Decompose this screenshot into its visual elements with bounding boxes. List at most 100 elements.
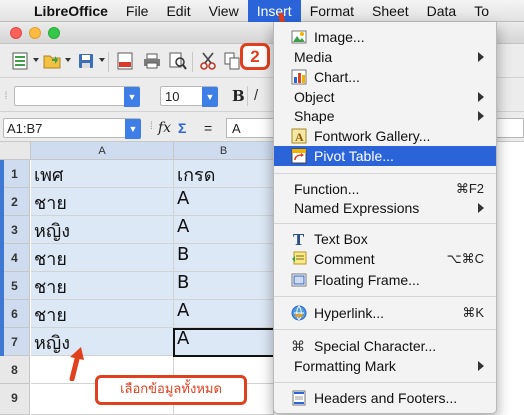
zoom-window-button[interactable] bbox=[48, 27, 60, 39]
row-header[interactable]: 6 bbox=[0, 300, 30, 328]
svg-text:A: A bbox=[295, 130, 304, 144]
menu-view[interactable]: View bbox=[200, 0, 248, 22]
menu-item-text-box[interactable]: T Text Box bbox=[274, 229, 496, 249]
menu-item-formatting-mark[interactable]: Formatting Mark bbox=[274, 356, 496, 376]
image-icon bbox=[291, 29, 308, 45]
toolbar-grip-icon: ⁞ bbox=[150, 121, 153, 132]
row-header[interactable]: 4 bbox=[0, 244, 30, 272]
cell-a7[interactable]: หญิง bbox=[31, 328, 174, 356]
cell-b2[interactable]: A bbox=[174, 188, 274, 216]
menu-item-fontwork-gallery[interactable]: A Fontwork Gallery... bbox=[274, 126, 496, 146]
cell-b4[interactable]: B bbox=[174, 244, 274, 272]
menu-item-image[interactable]: Image... bbox=[274, 27, 496, 47]
row-header[interactable]: 1 bbox=[0, 160, 30, 188]
menu-app-libreoffice[interactable]: LibreOffice bbox=[30, 0, 117, 22]
chevron-down-icon[interactable]: ▼ bbox=[125, 119, 141, 139]
close-window-button[interactable] bbox=[10, 27, 22, 39]
new-document-icon[interactable] bbox=[10, 51, 30, 71]
special-character-icon: ⌘ bbox=[291, 338, 305, 354]
menu-item-shape[interactable]: Shape bbox=[274, 106, 496, 126]
column-header-b[interactable]: B bbox=[174, 142, 274, 160]
menu-file[interactable]: File bbox=[117, 0, 158, 22]
cell-a6[interactable]: ชาย bbox=[31, 300, 174, 328]
print-preview-icon[interactable] bbox=[168, 51, 188, 71]
open-folder-icon[interactable] bbox=[42, 51, 62, 71]
cell-b1[interactable]: เกรด bbox=[174, 160, 274, 188]
formula-equals-icon[interactable]: = bbox=[204, 120, 212, 136]
row-header[interactable]: 8 bbox=[0, 356, 30, 384]
row-header[interactable]: 3 bbox=[0, 216, 30, 244]
menu-edit[interactable]: Edit bbox=[157, 0, 199, 22]
svg-text:T: T bbox=[293, 231, 305, 247]
macos-menubar: LibreOffice File Edit View Insert Format… bbox=[0, 0, 524, 22]
save-icon[interactable] bbox=[76, 51, 96, 71]
cell-a2[interactable]: ชาย bbox=[31, 188, 174, 216]
chevron-down-icon[interactable]: ▼ bbox=[124, 87, 140, 107]
font-name-combobox[interactable]: ▼ bbox=[14, 86, 140, 107]
submenu-arrow-icon bbox=[478, 361, 484, 371]
cell-a4[interactable]: ชาย bbox=[31, 244, 174, 272]
menu-item-media[interactable]: Media bbox=[274, 47, 496, 67]
menu-format[interactable]: Format bbox=[301, 0, 363, 22]
menu-data[interactable]: Data bbox=[418, 0, 466, 22]
chart-icon bbox=[291, 69, 308, 85]
minimize-window-button[interactable] bbox=[29, 27, 41, 39]
red-arrow-icon bbox=[69, 347, 84, 381]
row-header[interactable]: 7 bbox=[0, 328, 30, 356]
row-header[interactable]: 5 bbox=[0, 272, 30, 300]
function-wizard-icon[interactable]: fx bbox=[158, 120, 171, 136]
menu-item-comment[interactable]: Comment ⌥⌘C bbox=[274, 249, 496, 269]
menu-divider bbox=[274, 296, 496, 297]
comment-icon bbox=[291, 251, 308, 267]
sum-icon[interactable]: Σ bbox=[178, 120, 186, 136]
fontwork-icon: A bbox=[291, 128, 308, 144]
copy-icon[interactable] bbox=[222, 51, 242, 71]
chevron-down-icon[interactable] bbox=[65, 58, 71, 62]
menu-item-special-character[interactable]: ⌘ Special Character... bbox=[274, 336, 496, 356]
text-box-icon: T bbox=[291, 231, 308, 249]
menu-item-function[interactable]: Function... ⌘F2 bbox=[274, 179, 496, 199]
menu-tools[interactable]: To bbox=[465, 0, 498, 22]
submenu-arrow-icon bbox=[478, 111, 484, 121]
menu-item-named-expressions[interactable]: Named Expressions bbox=[274, 198, 496, 218]
menu-item-pivot-table[interactable]: Pivot Table... bbox=[274, 146, 496, 166]
cut-icon[interactable] bbox=[198, 51, 218, 71]
cell-b5[interactable]: B bbox=[174, 272, 274, 300]
chevron-down-icon[interactable] bbox=[99, 58, 105, 62]
name-box-value: A1:B7 bbox=[7, 121, 43, 136]
insert-dropdown-menu: Image... Media Chart... Object Shape A F… bbox=[273, 22, 497, 414]
menu-item-headers-and-footers[interactable]: Headers and Footers... bbox=[274, 388, 496, 408]
cell-a5[interactable]: ชาย bbox=[31, 272, 174, 300]
pivot-table-icon bbox=[291, 148, 308, 164]
column-header-a[interactable]: A bbox=[31, 142, 174, 160]
menu-item-chart[interactable]: Chart... bbox=[274, 67, 496, 87]
row-header[interactable]: 9 bbox=[0, 384, 30, 415]
bold-button[interactable]: B bbox=[232, 87, 245, 105]
row-header[interactable]: 2 bbox=[0, 188, 30, 216]
cell-b6[interactable]: A bbox=[174, 300, 274, 328]
menu-item-object[interactable]: Object bbox=[274, 87, 496, 107]
menu-divider bbox=[274, 382, 496, 383]
menu-item-floating-frame[interactable]: Floating Frame... bbox=[274, 270, 496, 290]
font-size-value: 10 bbox=[165, 89, 180, 104]
cell-b3[interactable]: A bbox=[174, 216, 274, 244]
step-number-badge: 2 bbox=[240, 43, 270, 70]
cell-a3[interactable]: หญิง bbox=[31, 216, 174, 244]
font-size-combobox[interactable]: 10 ▼ bbox=[160, 86, 218, 107]
toolbar-grip-icon: ⁞ bbox=[4, 90, 8, 102]
instruction-callout: เลือกข้อมูลทั้งหมด bbox=[95, 375, 247, 405]
submenu-arrow-icon bbox=[478, 92, 484, 102]
name-box[interactable]: A1:B7 ▼ bbox=[3, 118, 141, 139]
shortcut-label: ⌘K bbox=[462, 305, 484, 320]
chevron-down-icon[interactable]: ▼ bbox=[202, 87, 218, 107]
menu-sheet[interactable]: Sheet bbox=[363, 0, 418, 22]
select-all-corner[interactable] bbox=[0, 142, 31, 160]
export-pdf-icon[interactable] bbox=[115, 51, 135, 71]
chevron-down-icon[interactable] bbox=[33, 58, 39, 62]
menu-item-hyperlink[interactable]: Hyperlink... ⌘K bbox=[274, 303, 496, 323]
shortcut-label: ⌘F2 bbox=[455, 181, 484, 196]
print-icon[interactable] bbox=[142, 51, 162, 71]
cell-a1[interactable]: เพศ bbox=[31, 160, 174, 188]
toolbar-divider bbox=[192, 52, 193, 72]
italic-icon[interactable]: / bbox=[254, 87, 258, 104]
